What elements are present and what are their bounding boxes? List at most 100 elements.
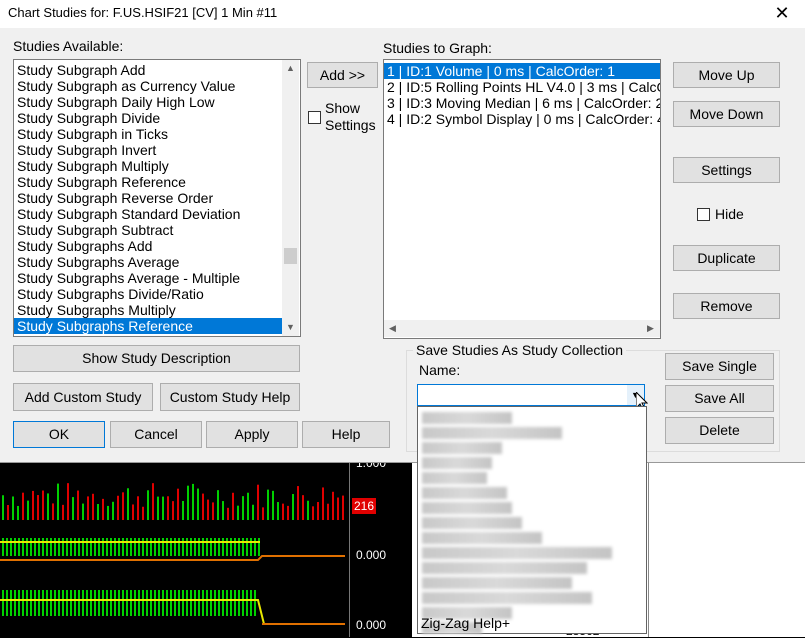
scroll-up-icon[interactable]: ▲ (282, 60, 299, 77)
indicator-bar (202, 538, 204, 556)
volume-bar (17, 505, 19, 520)
volume-bar (57, 483, 59, 520)
dropdown-item-zigzag[interactable]: Zig-Zag Help+ (418, 615, 645, 631)
obscured-collection-item[interactable] (422, 547, 612, 559)
study-available-item[interactable]: Study Subgraph Divide (14, 110, 282, 126)
study-to-graph-item[interactable]: 4 | ID:2 Symbol Display | 0 ms | CalcOrd… (384, 111, 660, 127)
study-to-graph-item[interactable]: 2 | ID:5 Rolling Points HL V4.0 | 3 ms |… (384, 79, 660, 95)
indicator-bar (74, 538, 76, 556)
study-to-graph-item[interactable]: 1 | ID:1 Volume | 0 ms | CalcOrder: 1 (384, 63, 660, 79)
collection-name-combobox[interactable]: ▼ (417, 384, 645, 406)
duplicate-button[interactable]: Duplicate (673, 245, 780, 271)
indicator-bar (170, 590, 172, 616)
obscured-collection-item[interactable] (422, 532, 542, 544)
obscured-collection-item[interactable] (422, 472, 487, 484)
indicator-bar (42, 590, 44, 616)
study-to-graph-item[interactable]: 3 | ID:3 Moving Median | 6 ms | CalcOrde… (384, 95, 660, 111)
study-available-item[interactable]: Study Subgraph Add (14, 62, 282, 78)
indicator-bar (46, 538, 48, 556)
cancel-button[interactable]: Cancel (110, 421, 202, 448)
study-available-item[interactable]: Study Subgraphs Reference (14, 318, 282, 334)
volume-bar (342, 495, 344, 520)
scroll-thumb[interactable] (284, 248, 297, 264)
add-custom-study-button[interactable]: Add Custom Study (13, 383, 153, 411)
axis-label-bottom: 0.000 (356, 618, 387, 632)
obscured-collection-item[interactable] (422, 502, 512, 514)
study-available-item[interactable]: Study Subgraph Invert (14, 142, 282, 158)
indicator-bar (98, 590, 100, 616)
volume-bar (277, 502, 279, 520)
scroll-right-icon[interactable]: ▶ (642, 320, 659, 337)
study-available-item[interactable]: Study Subgraph as Currency Value (14, 78, 282, 94)
move-down-button[interactable]: Move Down (673, 101, 780, 127)
study-available-item[interactable]: Study Subgraph Multiply (14, 158, 282, 174)
scroll-left-icon[interactable]: ◀ (384, 320, 401, 337)
volume-bar (272, 490, 274, 520)
move-up-button[interactable]: Move Up (673, 62, 780, 88)
obscured-collection-item[interactable] (422, 457, 492, 469)
remove-button[interactable]: Remove (673, 293, 780, 319)
studies-to-graph-list[interactable]: 1 | ID:1 Volume | 0 ms | CalcOrder: 12 |… (383, 59, 661, 339)
obscured-collection-item[interactable] (422, 562, 587, 574)
volume-bar (292, 494, 294, 520)
studies-available-list[interactable]: Study Subgraph Add Study Subgraph as Curr… (13, 59, 301, 337)
help-button[interactable]: Help (302, 421, 390, 448)
volume-bar (267, 489, 269, 520)
volume-bar (337, 497, 339, 520)
add-study-button[interactable]: Add >> (307, 62, 378, 88)
study-available-item[interactable]: Study Subgraph Reverse Order (14, 190, 282, 206)
volume-bar (112, 501, 114, 520)
collection-dropdown-list[interactable]: Zig-Zag Help+ (417, 406, 647, 634)
obscured-collection-item[interactable] (422, 442, 502, 454)
indicator-bar (186, 590, 188, 616)
save-all-button[interactable]: Save All (665, 385, 774, 412)
indicator-bar (182, 590, 184, 616)
indicator-bar (42, 538, 44, 556)
volume-bar (222, 501, 224, 520)
scroll-down-icon[interactable]: ▼ (282, 319, 299, 336)
study-available-item[interactable]: Study Subgraphs Divide/Ratio (14, 286, 282, 302)
volume-bar (327, 503, 329, 520)
indicator-bar (10, 590, 12, 616)
study-available-item[interactable]: Study Subgraph Daily High Low (14, 94, 282, 110)
indicator-bar (86, 590, 88, 616)
volume-bar (182, 500, 184, 520)
volume-bar (157, 496, 159, 520)
show-settings-checkbox[interactable] (308, 111, 321, 124)
obscured-collection-item[interactable] (422, 517, 522, 529)
volume-bar (207, 499, 209, 520)
obscured-collection-item[interactable] (422, 577, 572, 589)
studies-to-graph-hscrollbar[interactable]: ◀ ▶ (384, 320, 660, 337)
study-available-item[interactable]: Study Subgraphs Add (14, 238, 282, 254)
save-single-button[interactable]: Save Single (665, 353, 774, 380)
indicator-bar (6, 538, 8, 556)
obscured-collection-item[interactable] (422, 412, 512, 424)
delete-button[interactable]: Delete (665, 417, 774, 444)
indicator-bar (106, 590, 108, 616)
close-icon[interactable]: ✕ (771, 1, 793, 25)
obscured-collection-item[interactable] (422, 487, 507, 499)
collection-name-input[interactable] (420, 386, 625, 403)
volume-bar (142, 506, 144, 520)
obscured-collection-item[interactable] (422, 592, 592, 604)
apply-button[interactable]: Apply (206, 421, 298, 448)
indicator-bar (142, 590, 144, 616)
study-available-item[interactable]: Study Subgraphs Average (14, 254, 282, 270)
settings-button[interactable]: Settings (673, 157, 780, 183)
indicator-bar (222, 590, 224, 616)
volume-bar (252, 504, 254, 520)
study-available-item[interactable]: Study Subgraphs Multiply (14, 302, 282, 318)
study-available-item[interactable]: Study Subgraph in Ticks (14, 126, 282, 142)
study-available-item[interactable]: Study Subgraph Subtract (14, 222, 282, 238)
hide-checkbox[interactable] (697, 208, 710, 221)
show-study-description-button[interactable]: Show Study Description (13, 345, 300, 372)
study-available-item[interactable]: Study Subgraph Reference (14, 174, 282, 190)
studies-available-scrollbar[interactable]: ▲ ▼ (282, 60, 299, 336)
indicator-bar (206, 538, 208, 556)
ok-button[interactable]: OK (13, 421, 105, 448)
study-available-item[interactable]: Study Subgraphs Average - Multiple (14, 270, 282, 286)
custom-study-help-button[interactable]: Custom Study Help (160, 383, 300, 411)
study-available-item[interactable]: Study Subgraph Standard Deviation (14, 206, 282, 222)
obscured-collection-item[interactable] (422, 427, 562, 439)
volume-bar (107, 505, 109, 520)
